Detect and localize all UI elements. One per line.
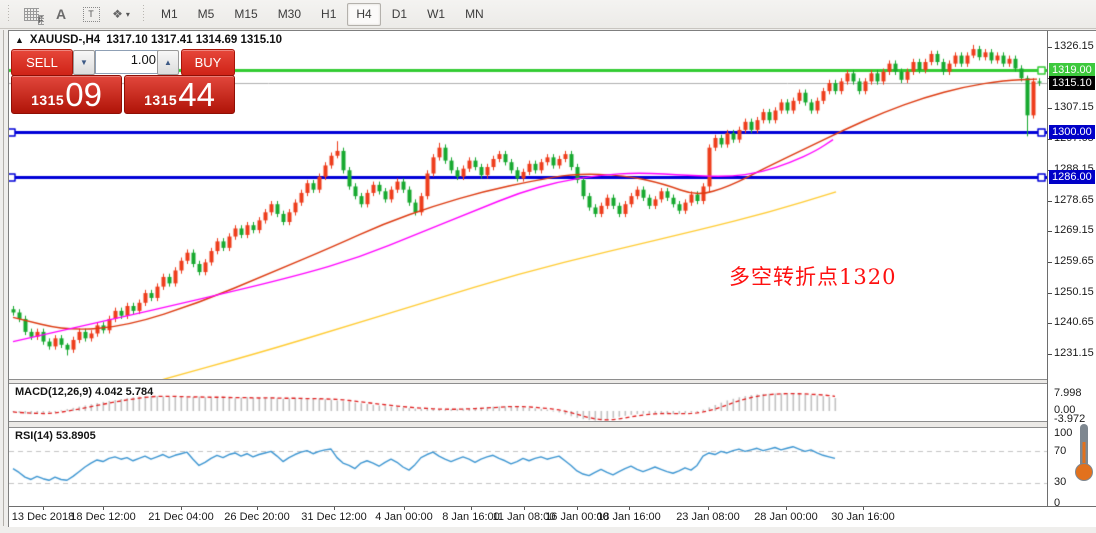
price-axis-label: 1278.65	[1054, 194, 1094, 206]
chart-title: ▲ XAUUSD-,H4 1317.10 1317.41 1314.69 131…	[15, 34, 282, 46]
sell-price-button[interactable]: 1315 09	[11, 75, 122, 114]
price-axis-label: 1269.15	[1054, 224, 1094, 236]
chart-ohlc: 1317.10 1317.41 1314.69 1315.10	[106, 34, 283, 46]
chevron-down-icon: ▾	[125, 9, 130, 19]
time-axis-tick	[577, 507, 578, 510]
price-axis-tick	[1048, 139, 1052, 140]
timeframe-button-D1[interactable]: D1	[383, 3, 416, 26]
time-axis-label: 4 Jan 00:00	[375, 511, 433, 523]
time-axis-tick	[103, 507, 104, 510]
timeframe-button-MN[interactable]: MN	[456, 3, 493, 26]
timeframe-button-M1[interactable]: M1	[152, 3, 187, 26]
time-axis-tick	[404, 507, 405, 510]
shapes-icon: ❖	[112, 7, 123, 21]
thermometer-icon	[1074, 422, 1094, 487]
time-axis-label: 23 Jan 08:00	[676, 511, 740, 523]
shapes-button[interactable]: ❖ ▾	[107, 2, 135, 26]
price-axis-tick	[1048, 354, 1052, 355]
buy-price-big: 44	[178, 76, 215, 113]
rsi-axis-label: 70	[1054, 445, 1067, 457]
time-axis-label: 18 Dec 12:00	[70, 511, 136, 523]
chart-symbol: XAUUSD-,H4	[29, 34, 101, 46]
time-axis-label: 31 Dec 12:00	[301, 511, 367, 523]
time-axis-tick	[708, 507, 709, 510]
timeframe-button-M15[interactable]: M15	[225, 3, 266, 26]
time-axis-label: 26 Dec 20:00	[224, 511, 290, 523]
time-axis-tick	[786, 507, 787, 510]
time-axis-tick	[181, 507, 182, 510]
chart-window: ▲ XAUUSD-,H4 1317.10 1317.41 1314.69 131…	[8, 30, 1096, 528]
time-axis-label: 28 Jan 00:00	[754, 511, 818, 523]
time-axis-tick	[629, 507, 630, 510]
time-axis-label: 13 Dec 2018	[11, 511, 75, 523]
text-box-icon: T	[82, 6, 100, 22]
price-axis-label: 1326.15	[1054, 40, 1094, 52]
sell-price-big: 09	[65, 76, 102, 113]
timeframe-toolbar: M1 M5 M15 M30 H1 H4 D1 W1 MN	[152, 2, 493, 26]
template-grid-icon: F	[23, 7, 44, 25]
sell-button[interactable]: SELL	[11, 49, 73, 76]
rsi-axis-label: 100	[1054, 427, 1073, 439]
timeframe-button-M30[interactable]: M30	[269, 3, 310, 26]
buy-price-button[interactable]: 1315 44	[124, 75, 235, 114]
price-axis-label: 1240.65	[1054, 316, 1094, 328]
time-axis-label: 30 Jan 16:00	[831, 511, 895, 523]
time-axis-tick	[471, 507, 472, 510]
buy-price-small: 1315	[144, 92, 178, 108]
time-axis[interactable]: 13 Dec 2018 18 Dec 12:00 21 Dec 04:00 26 De…	[9, 506, 1096, 526]
text-box-button[interactable]: T	[77, 2, 105, 26]
toolbar-grip[interactable]	[6, 5, 11, 23]
timeframe-button-H1[interactable]: H1	[312, 3, 345, 26]
price-axis-label: 1250.15	[1054, 286, 1094, 298]
price-axis-tick	[1048, 231, 1052, 232]
timeframe-button-H4[interactable]: H4	[347, 2, 381, 26]
price-axis-tick	[1048, 323, 1052, 324]
price-axis-tick	[1048, 47, 1052, 48]
text-label-icon: A	[55, 6, 67, 22]
dock-separator	[3, 30, 4, 526]
price-axis-tick	[1048, 108, 1052, 109]
price-axis-tick	[1048, 293, 1052, 294]
symbol-arrow-icon: ▲	[15, 35, 24, 45]
toolbar: F A T ❖ ▾ M1 M5 M15 M30 H1 H4 D1 W1 MN	[0, 0, 1096, 29]
chart-annotation-text: 多空转折点1320	[729, 265, 897, 289]
one-click-trading-panel: SELL ▼ 1.00 ▲ BUY 1315 09 1315 44	[11, 49, 235, 114]
text-label-button[interactable]: A	[47, 2, 75, 26]
template-button[interactable]: F	[17, 2, 45, 26]
price-marker-1319.00: 1319.00	[1049, 63, 1095, 77]
timeframe-button-W1[interactable]: W1	[418, 3, 454, 26]
volume-input[interactable]: 1.00	[95, 50, 161, 74]
trade-controls-row: SELL ▼ 1.00 ▲ BUY	[11, 49, 235, 76]
timeframe-button-M5[interactable]: M5	[189, 3, 224, 26]
price-marker-1300.00: 1300.00	[1049, 125, 1095, 139]
price-axis-label: 1231.15	[1054, 347, 1094, 359]
price-axis-label: 1307.15	[1054, 101, 1094, 113]
volume-increase-button[interactable]: ▲	[157, 50, 179, 75]
buy-button[interactable]: BUY	[181, 49, 235, 76]
time-axis-label: 8 Jan 16:00	[442, 511, 500, 523]
rsi-axis-label: 30	[1054, 476, 1067, 488]
price-axis-tick	[1048, 201, 1052, 202]
price-axis-label: 1259.65	[1054, 255, 1094, 267]
time-axis-tick	[334, 507, 335, 510]
pane-divider-rsi[interactable]	[9, 421, 1096, 428]
macd-pane-canvas[interactable]	[9, 384, 1047, 421]
rsi-pane-canvas[interactable]	[9, 428, 1047, 506]
time-axis-tick	[257, 507, 258, 510]
time-axis-label: 21 Dec 04:00	[148, 511, 214, 523]
price-marker-1286.00: 1286.00	[1049, 170, 1095, 184]
price-axis-tick	[1048, 262, 1052, 263]
time-axis-tick	[43, 507, 44, 510]
sell-price-small: 1315	[31, 92, 65, 108]
window-bottom-margin	[0, 527, 1096, 533]
macd-axis-label: 7.998	[1054, 387, 1082, 399]
macd-label: MACD(12,26,9) 4.042 5.784	[15, 386, 154, 398]
time-axis-tick	[524, 507, 525, 510]
time-axis-label: 18 Jan 16:00	[597, 511, 661, 523]
volume-decrease-button[interactable]: ▼	[73, 50, 95, 75]
price-marker-1315.10: 1315.10	[1049, 76, 1095, 90]
rsi-label: RSI(14) 53.8905	[15, 430, 96, 442]
toolbar-grip-2[interactable]	[141, 5, 146, 23]
time-axis-tick	[863, 507, 864, 510]
